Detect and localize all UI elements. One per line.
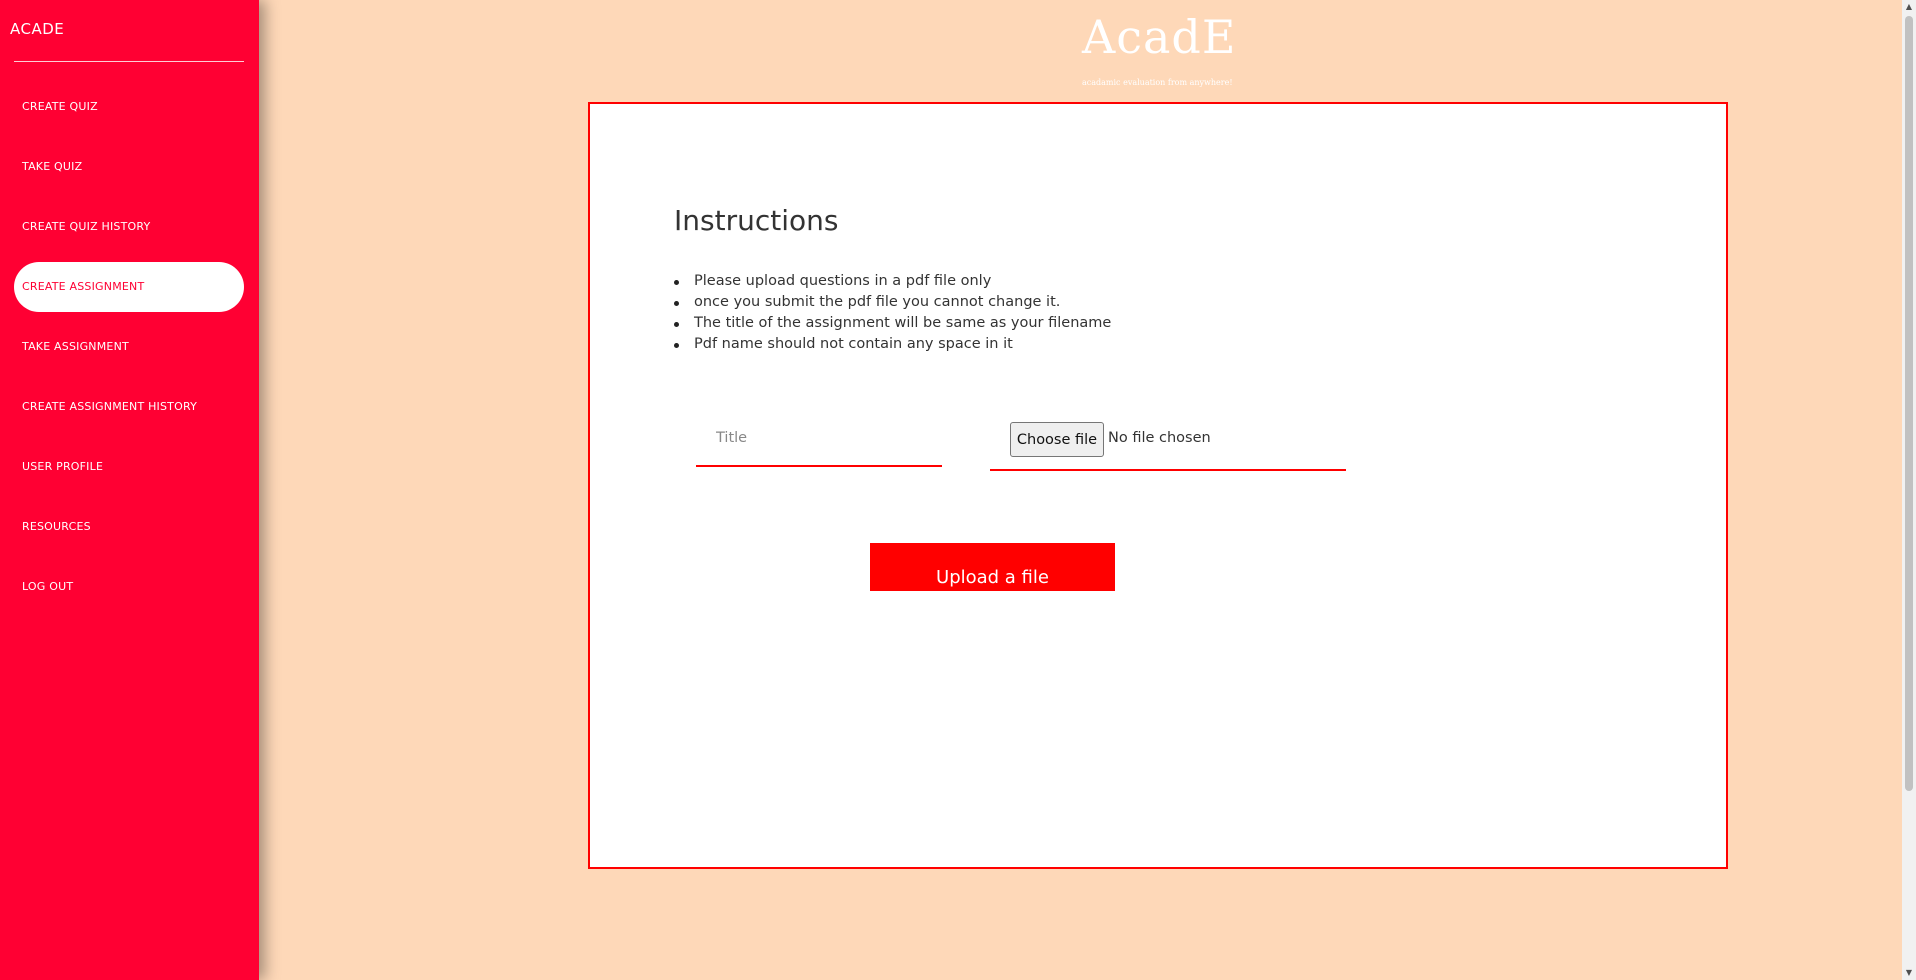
upload-button[interactable]: Upload a file <box>870 543 1115 591</box>
scroll-down-arrow-icon[interactable]: ▼ <box>1902 966 1916 980</box>
app-title: AcadE <box>1082 10 1237 64</box>
sidebar-divider <box>14 61 244 62</box>
title-input[interactable] <box>696 411 942 467</box>
sidebar-item-create-assignment-history[interactable]: CREATE ASSIGNMENT HISTORY <box>14 382 244 432</box>
sidebar-item-log-out[interactable]: LOG OUT <box>14 562 244 612</box>
instruction-list: Please upload questions in a pdf file on… <box>674 271 1111 355</box>
app-root: ACADE CREATE QUIZ TAKE QUIZ CREATE QUIZ … <box>0 0 1916 980</box>
instruction-item: Please upload questions in a pdf file on… <box>674 271 1111 292</box>
sidebar-item-create-assignment[interactable]: CREATE ASSIGNMENT <box>14 262 244 312</box>
scroll-thumb[interactable] <box>1905 16 1913 791</box>
instruction-item: once you submit the pdf file you cannot … <box>674 292 1111 313</box>
sidebar-brand: ACADE <box>10 20 65 38</box>
file-status: No file chosen <box>1108 430 1211 446</box>
sidebar: ACADE CREATE QUIZ TAKE QUIZ CREATE QUIZ … <box>0 0 259 980</box>
app-subtitle: acadamic evaluation from anywhere! <box>1082 78 1233 87</box>
choose-file-button[interactable]: Choose file <box>1010 422 1104 457</box>
upload-card: Instructions Please upload questions in … <box>588 102 1728 869</box>
instruction-item: Pdf name should not contain any space in… <box>674 334 1111 355</box>
page-scrollbar[interactable]: ▲ ▼ <box>1902 0 1916 980</box>
sidebar-item-take-assignment[interactable]: TAKE ASSIGNMENT <box>14 322 244 372</box>
file-field: Choose file No file chosen <box>990 411 1346 471</box>
sidebar-item-take-quiz[interactable]: TAKE QUIZ <box>14 142 244 192</box>
sidebar-item-user-profile[interactable]: USER PROFILE <box>14 442 244 492</box>
sidebar-item-create-quiz[interactable]: CREATE QUIZ <box>14 82 244 132</box>
scroll-up-arrow-icon[interactable]: ▲ <box>1902 0 1916 14</box>
instruction-item: The title of the assignment will be same… <box>674 313 1111 334</box>
sidebar-item-create-quiz-history[interactable]: CREATE QUIZ HISTORY <box>14 202 244 252</box>
sidebar-item-resources[interactable]: RESOURCES <box>14 502 244 552</box>
instructions-title: Instructions <box>674 204 839 237</box>
